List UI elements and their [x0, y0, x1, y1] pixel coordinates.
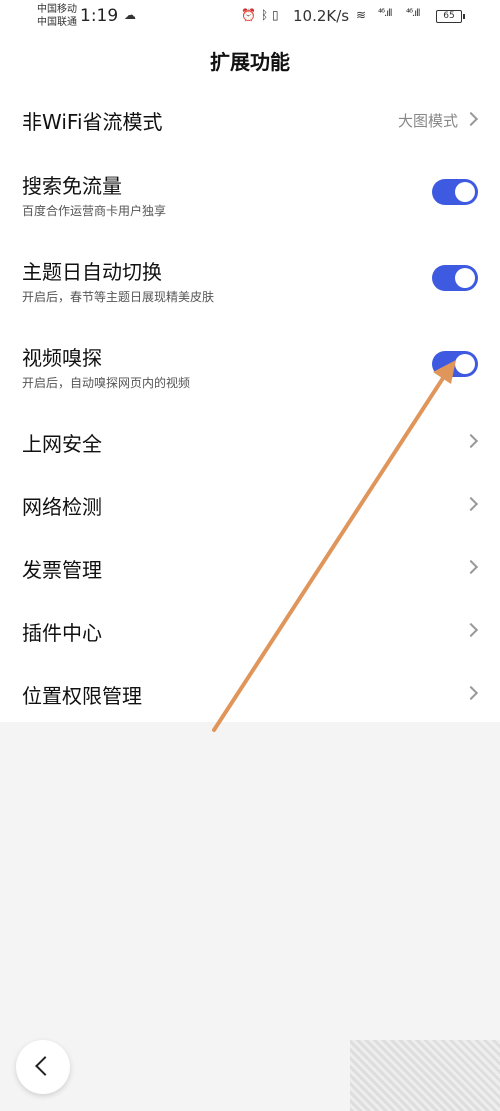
chevron-right-icon — [463, 559, 479, 575]
setting-label: 非WiFi省流模式 — [22, 110, 163, 134]
toggle-switch[interactable] — [432, 179, 478, 205]
alarm-icon: ⏰ — [241, 8, 256, 22]
toggle-knob — [455, 354, 475, 374]
watermark-logo — [350, 1040, 500, 1111]
carrier-2: 中国联通 — [37, 17, 77, 28]
setting-row-theme-day: 主题日自动切换 开启后，春节等主题日展现精美皮肤 — [0, 248, 500, 310]
setting-row-search-free-data: 搜索免流量 百度合作运营商卡用户独享 — [0, 162, 500, 224]
toggle-knob — [455, 182, 475, 202]
signal-icon-2: ⁴⁶.ıll — [406, 8, 420, 19]
carrier-1: 中国移动 — [37, 4, 77, 15]
setting-row-video-sniff: 视频嗅探 开启后，自动嗅探网页内的视频 — [0, 334, 500, 396]
setting-description: 开启后，自动嗅探网页内的视频 — [22, 376, 191, 390]
setting-label: 视频嗅探 — [22, 346, 102, 370]
chevron-right-icon — [463, 622, 479, 638]
setting-description: 开启后，春节等主题日展现精美皮肤 — [22, 290, 215, 304]
setting-row-plugins[interactable]: 插件中心 — [0, 605, 500, 655]
network-speed: 10.2K/s — [293, 7, 350, 25]
chevron-right-icon — [463, 111, 479, 127]
chevron-left-icon — [35, 1056, 55, 1076]
bluetooth-icon: ᛒ — [261, 8, 269, 22]
carrier-names: 中国移动 中国联通 — [37, 3, 77, 29]
status-time: 1:19 — [80, 6, 119, 26]
chevron-right-icon — [463, 433, 479, 449]
setting-row-invoice[interactable]: 发票管理 — [0, 542, 500, 592]
setting-label: 上网安全 — [22, 432, 102, 456]
page-title: 扩展功能 — [210, 50, 290, 74]
setting-label: 发票管理 — [22, 558, 102, 582]
setting-row-network-check[interactable]: 网络检测 — [0, 479, 500, 529]
signal-icon-1: ⁴⁶.ıll — [378, 8, 392, 19]
toggle-switch[interactable] — [432, 265, 478, 291]
chevron-right-icon — [463, 496, 479, 512]
setting-label: 主题日自动切换 — [22, 260, 162, 284]
notification-icon: ☁ — [124, 8, 136, 22]
status-bar: 中国移动 中国联通 1:19 ☁ ⏰ ᛒ ▯ 10.2K/s ≋ ⁴⁶.ıll … — [0, 0, 500, 34]
wifi-icon: ≋ — [356, 8, 367, 22]
setting-label: 位置权限管理 — [22, 684, 142, 708]
setting-label: 网络检测 — [22, 495, 102, 519]
vibrate-icon: ▯ — [272, 8, 279, 22]
battery-icon: 65 — [436, 10, 465, 23]
toggle-switch[interactable] — [432, 351, 478, 377]
back-button[interactable] — [16, 1040, 70, 1094]
toggle-knob — [455, 268, 475, 288]
chevron-right-icon — [463, 685, 479, 701]
setting-row-location-permission[interactable]: 位置权限管理 — [0, 668, 500, 718]
setting-label: 搜索免流量 — [22, 174, 122, 198]
setting-description: 百度合作运营商卡用户独享 — [22, 204, 167, 218]
setting-value: 大图模式 — [397, 112, 458, 130]
setting-row-nonwifi[interactable]: 非WiFi省流模式 大图模式 — [0, 94, 500, 146]
setting-row-web-security[interactable]: 上网安全 — [0, 416, 500, 466]
setting-label: 插件中心 — [22, 621, 102, 645]
